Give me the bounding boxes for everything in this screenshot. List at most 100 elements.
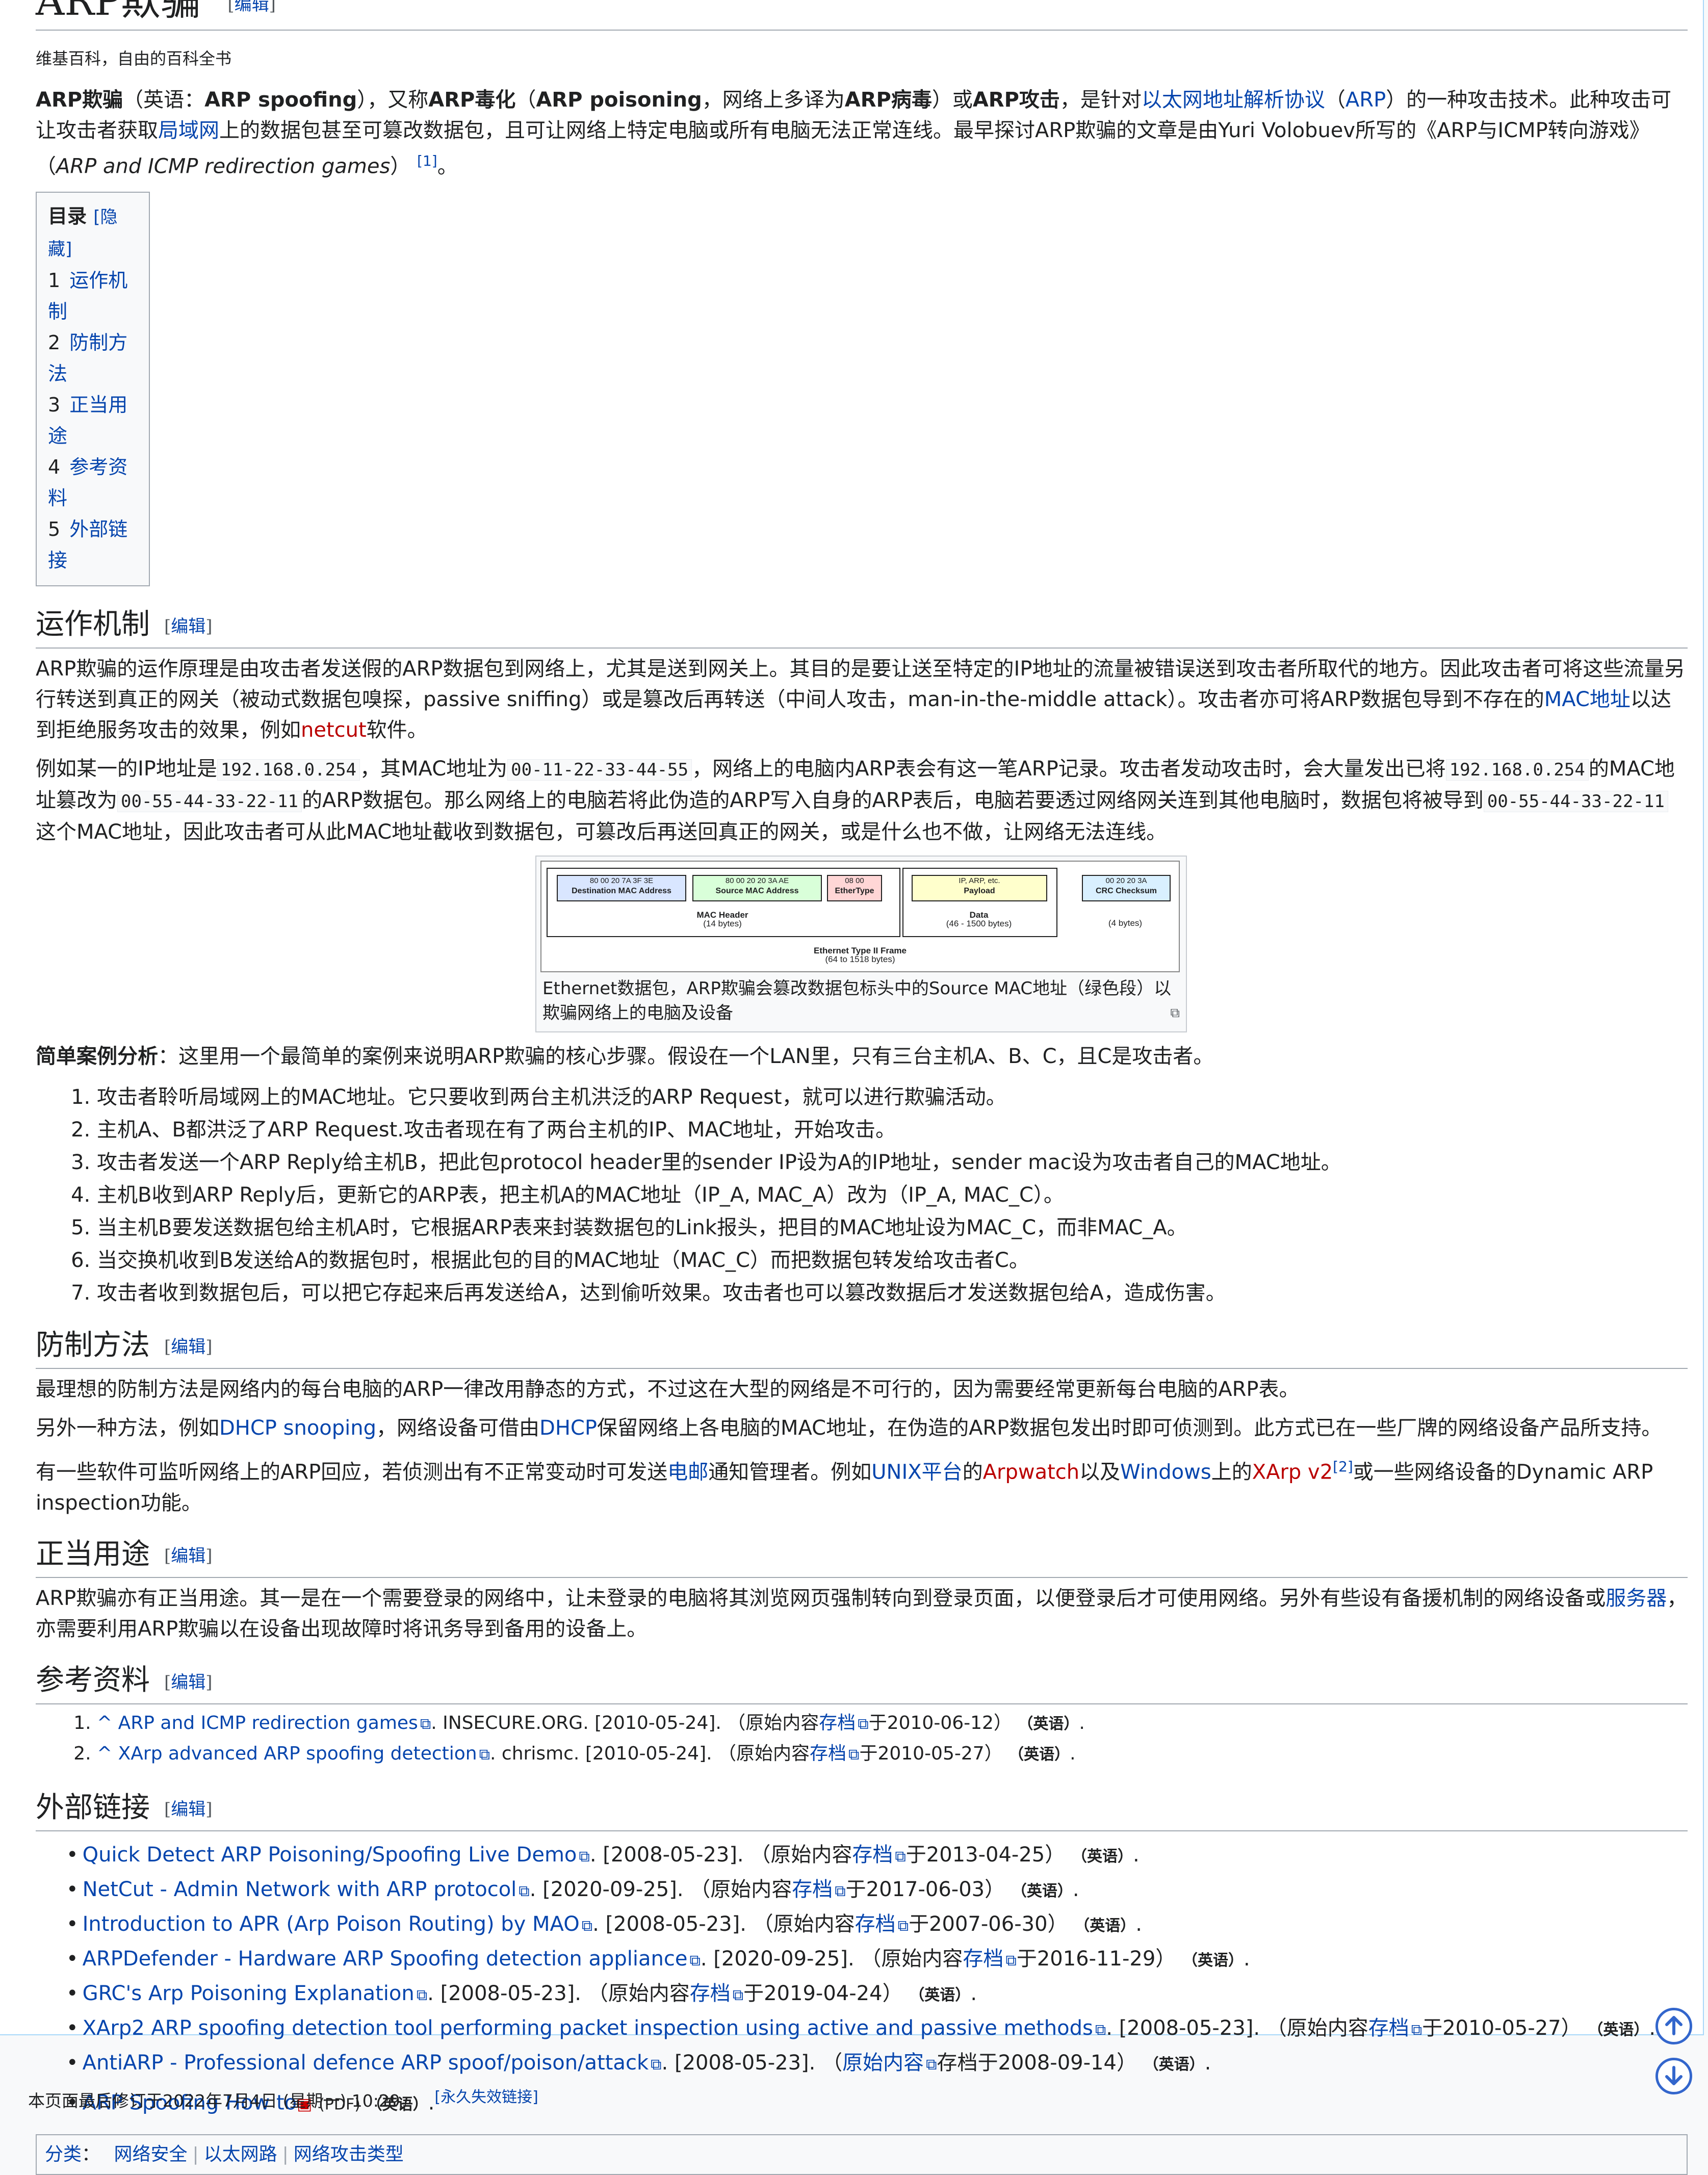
crc-size-label: (4 bytes): [1108, 918, 1143, 928]
ext-link[interactable]: Quick Detect ARP Poisoning/Spoofing Live…: [83, 1843, 577, 1867]
external-link-icon: ⧉: [858, 1715, 869, 1733]
categories-label[interactable]: 分类: [45, 2144, 82, 2165]
ref-link[interactable]: XArp advanced ARP spoofing detection: [118, 1743, 477, 1764]
legit-use-paragraph: ARP欺骗亦有正当用途。其一是在一个需要登录的网络中，让未登录的电脑将其浏览网页…: [36, 1587, 1688, 1641]
toc-item[interactable]: 5 外部链接: [48, 514, 138, 576]
ext-link[interactable]: Introduction to APR (Arp Poison Routing)…: [83, 1912, 580, 1936]
article-body: ARP欺骗 [编辑] 维基百科，自由的百科全书 ARP欺骗（英语：ARP spo…: [36, 0, 1688, 2175]
category-link[interactable]: 网络攻击类型: [294, 2144, 404, 2165]
intro-bold: ARP欺骗: [36, 88, 123, 112]
archive-link[interactable]: 存档: [855, 1912, 896, 1936]
link-xarp[interactable]: XArp v2: [1252, 1461, 1333, 1484]
category-link[interactable]: 以太网路: [204, 2144, 277, 2165]
archive-link[interactable]: 存档: [792, 1878, 833, 1901]
payload-cell: IP, ARP, etc. Payload: [912, 874, 1047, 901]
ext-link[interactable]: XArp2 ARP spoofing detection tool perfor…: [83, 2016, 1093, 2040]
ref-link[interactable]: ARP and ICMP redirection games: [118, 1713, 418, 1733]
mechanism-paragraph-2: 例如某一的IP地址是 192.168.0.254 ，其MAC地址为 00-11-22-…: [36, 757, 1675, 844]
tagline: 维基百科，自由的百科全书: [36, 49, 232, 68]
link-lan[interactable]: 局域网: [158, 119, 219, 142]
external-link-icon: ⧉: [895, 1848, 906, 1866]
toc-item[interactable]: 4 参考资料: [48, 452, 138, 514]
link-dhcp-snooping[interactable]: DHCP snooping: [219, 1416, 376, 1440]
ext-link[interactable]: ARPDefender - Hardware ARP Spoofing dete…: [83, 1947, 688, 1971]
list-item: Introduction to APR (Arp Poison Routing)…: [66, 1908, 1688, 1943]
category-links: 分类： 网络安全 | 以太网路 | 网络攻击类型: [36, 2134, 1688, 2175]
link-ethernet-arp[interactable]: 以太网地址解析协议: [1142, 88, 1325, 112]
prevention-paragraph-2: 另外一种方法，例如DHCP snooping，网络设备可借由DHCP保留网络上各…: [36, 1416, 1662, 1440]
archive-link[interactable]: 原始内容: [842, 2051, 924, 2075]
dead-link-tag[interactable]: [永久失效链接]: [434, 2088, 538, 2106]
title-edit-link[interactable]: 编辑: [235, 0, 269, 15]
external-link-icon: ⧉: [519, 1882, 530, 1901]
prevention-paragraph-3: 有一些软件可监听网络上的ARP回应，若侦测出有不正常变动时可发送电邮通知管理者。…: [36, 1458, 1653, 1515]
external-links-list: Quick Detect ARP Poisoning/Spoofing Live…: [36, 1839, 1688, 2121]
archive-link[interactable]: 存档: [819, 1713, 856, 1733]
link-mac[interactable]: MAC地址: [1544, 688, 1631, 711]
external-link-icon: ⧉: [1005, 1952, 1017, 1970]
content-area: ARP欺骗 [编辑] 维基百科，自由的百科全书 ARP欺骗（英语：ARP spo…: [0, 0, 1704, 2175]
ethertype-cell: 08 00 EtherType: [827, 874, 882, 901]
link-arpwatch[interactable]: Arpwatch: [983, 1461, 1079, 1484]
frame-title: Ethernet Type II Frame (64 to 1518 bytes): [813, 945, 907, 964]
section-edit: [编辑]: [164, 1337, 213, 1358]
ethernet-frame-diagram[interactable]: 80 00 20 7A 3F 3E Destination MAC Address…: [540, 860, 1180, 972]
category-link[interactable]: 网络安全: [114, 2144, 187, 2165]
list-item: Quick Detect ARP Poisoning/Spoofing Live…: [66, 1839, 1688, 1873]
mac-header-label: MAC Header (14 bytes): [696, 910, 748, 928]
link-arp[interactable]: ARP: [1345, 88, 1386, 112]
external-link-icon: ⧉: [479, 1745, 490, 1764]
mechanism-paragraph-1: ARP欺骗的运作原理是由攻击者发送假的ARP数据包到网络上，尤其是送到网关上。其…: [36, 657, 1685, 742]
case-intro: 简单案例分析：这里用一个最简单的案例来说明ARP欺骗的核心步骤。假设在一个LAN…: [36, 1044, 1214, 1068]
list-item: GRC's Arp Poisoning Explanation⧉. [2008-…: [66, 1977, 1688, 2012]
archive-link[interactable]: 存档: [963, 1947, 1003, 1971]
figure-wrapper: 80 00 20 7A 3F 3E Destination MAC Address…: [36, 847, 1688, 1032]
heading-external-links: 外部链接 [编辑]: [36, 1790, 1688, 1832]
ref-1[interactable]: [1]: [417, 152, 437, 169]
list-item: 攻击者收到数据包后，可以把它存起来后再发送给A，达到偷听效果。攻击者也可以篡改数…: [97, 1277, 1688, 1309]
toc-item[interactable]: 2 防制方法: [48, 327, 138, 390]
external-link-icon: ⧉: [1411, 2021, 1422, 2039]
external-link-icon: ⧉: [897, 1917, 909, 1935]
expand-image-icon[interactable]: ⧉: [1170, 1001, 1180, 1025]
link-email[interactable]: 电邮: [667, 1461, 708, 1484]
scroll-up-button[interactable]: [1655, 2008, 1692, 2044]
references-list: ^ ARP and ICMP redirection games⧉. INSEC…: [36, 1708, 1688, 1770]
scroll-down-button[interactable]: [1655, 2058, 1692, 2094]
list-item: 当主机B要发送数据包给主机A时，它根据ARP表来封装数据包的Link报头，把目的…: [97, 1211, 1688, 1244]
prevention-paragraph-1: 最理想的防制方法是网络内的每台电脑的ARP一律改用静态的方式，不过这在大型的网络…: [36, 1378, 1300, 1402]
link-windows[interactable]: Windows: [1120, 1461, 1211, 1484]
section-edit: [编辑]: [164, 1546, 213, 1567]
figure-caption: Ethernet数据包，ARP欺骗会篡改数据包标头中的Source MAC地址（…: [540, 972, 1182, 1027]
list-item: 当交换机收到B发送给A的数据包时，根据此包的目的MAC地址（MAC_C）而把数据…: [97, 1244, 1688, 1277]
link-netcut[interactable]: netcut: [301, 718, 367, 742]
archive-link[interactable]: 存档: [690, 1982, 731, 2005]
list-item: AntiARP - Professional defence ARP spoof…: [66, 2047, 1688, 2081]
link-unix[interactable]: UNIX平台: [871, 1461, 962, 1484]
intro-paragraph: ARP欺骗（英语：ARP spoofing），又称ARP毒化（ARP poiso…: [36, 88, 1672, 178]
ext-link[interactable]: GRC's Arp Poisoning Explanation: [83, 1982, 415, 2005]
toc-item[interactable]: 1 运作机制: [48, 265, 138, 327]
ref-2[interactable]: [2]: [1333, 1458, 1353, 1475]
heading-references: 参考资料 [编辑]: [36, 1663, 1688, 1704]
ext-link[interactable]: AntiARP - Professional defence ARP spoof…: [83, 2051, 649, 2075]
last-modified: 本页面最后修订于2022年7月4日 (星期一) 10:29。: [28, 2091, 417, 2111]
toc-title: 目录 [隐藏]: [48, 205, 118, 260]
external-link-icon: ⧉: [835, 1882, 846, 1901]
link-dhcp[interactable]: DHCP: [539, 1416, 597, 1440]
heading-mechanism: 运作机制 [编辑]: [36, 607, 1688, 649]
external-link-icon: ⧉: [848, 1745, 860, 1764]
list-item: XArp2 ARP spoofing detection tool perfor…: [66, 2012, 1688, 2047]
ext-link[interactable]: NetCut - Admin Network with ARP protocol: [83, 1878, 517, 1901]
page-title: ARP欺骗 [编辑]: [36, 0, 1688, 31]
link-server[interactable]: 服务器: [1606, 1587, 1667, 1610]
crc-cell: 00 20 20 3A CRC Checksum: [1082, 874, 1171, 901]
toc-item[interactable]: 3 正当用途: [48, 390, 138, 452]
archive-link[interactable]: 存档: [1368, 2016, 1409, 2040]
list-item: 主机A、B都洪泛了ARP Request.攻击者现在有了两台主机的IP、MAC地…: [97, 1114, 1688, 1146]
archive-link[interactable]: 存档: [852, 1843, 893, 1867]
list-item: 主机B收到ARP Reply后，更新它的ARP表，把主机A的MAC地址（IP_A…: [97, 1179, 1688, 1211]
archive-link[interactable]: 存档: [810, 1743, 846, 1764]
list-item: 攻击者聆听局域网上的MAC地址。它只要收到两台主机洪泛的ARP Request，…: [97, 1081, 1688, 1114]
external-link-icon: ⧉: [689, 1952, 701, 1970]
